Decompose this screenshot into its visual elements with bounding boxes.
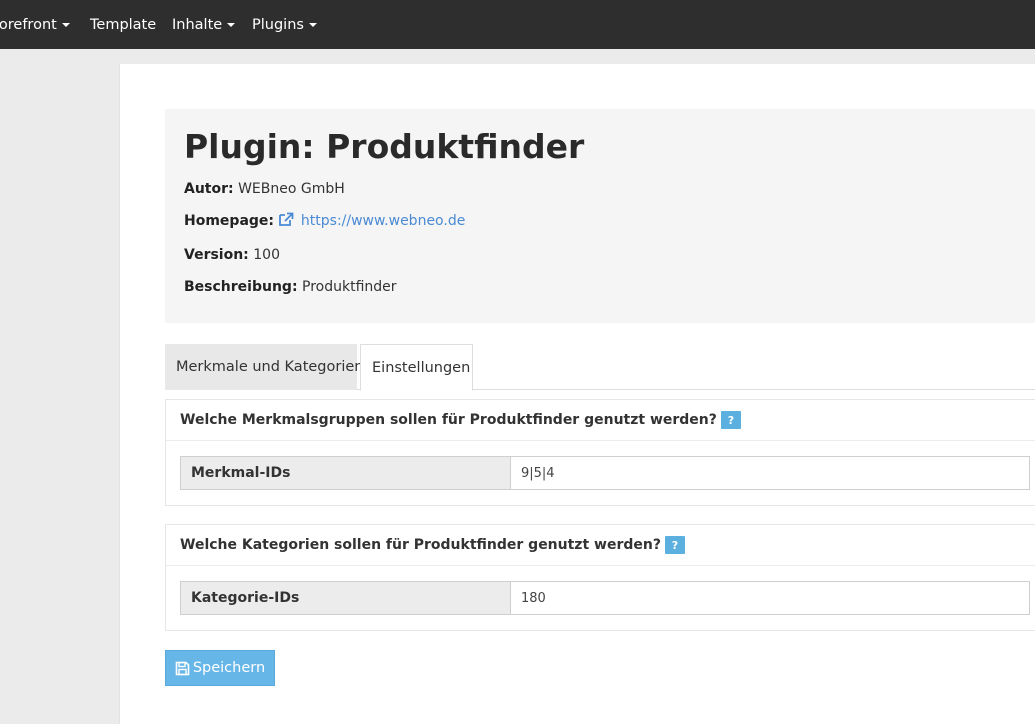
panel-heading: Welche Merkmalsgruppen sollen für Produk…	[166, 400, 1035, 441]
nav-item-template[interactable]: Template	[90, 0, 156, 49]
nav-item-label: Inhalte	[172, 16, 223, 33]
settings-tabs: Merkmale und Kategorien Einstellungen	[165, 344, 1035, 391]
author-label: Autor:	[184, 181, 234, 197]
panel-heading-text: Welche Kategorien sollen für Produktfind…	[180, 537, 661, 553]
homepage-link[interactable]: https://www.webneo.de	[301, 213, 465, 229]
merkmal-panel: Welche Merkmalsgruppen sollen für Produk…	[165, 399, 1035, 506]
nav-item-label: Storefront	[0, 16, 57, 33]
merkmal-ids-input[interactable]	[511, 456, 1030, 490]
panel-heading-text: Welche Merkmalsgruppen sollen für Produk…	[180, 412, 717, 428]
save-button[interactable]: Speichern	[165, 650, 275, 686]
nav-item-label: Plugins	[252, 16, 304, 33]
top-navbar: Storefront Template Inhalte Plugins	[0, 0, 1035, 49]
merkmal-ids-label: Merkmal-IDs	[180, 456, 511, 490]
panel-heading: Welche Kategorien sollen für Produktfind…	[166, 525, 1035, 566]
plugin-homepage: Homepage: https://www.webneo.de	[184, 211, 1026, 233]
caret-down-icon	[61, 22, 70, 27]
help-icon[interactable]: ?	[664, 536, 685, 554]
kategorie-ids-label: Kategorie-IDs	[180, 581, 511, 615]
kategorie-ids-input[interactable]	[511, 581, 1030, 615]
kategorie-panel: Welche Kategorien sollen für Produktfind…	[165, 524, 1035, 631]
merkmal-input-group: Merkmal-IDs	[180, 456, 1030, 490]
version-label: Version:	[184, 247, 249, 263]
plugin-description: Beschreibung: Produktfinder	[184, 277, 1026, 297]
tab-einstellungen[interactable]: Einstellungen	[360, 344, 473, 391]
homepage-label: Homepage:	[184, 213, 275, 229]
plugin-version: Version: 100	[184, 245, 1026, 265]
tab-merkmale-und-kategorien[interactable]: Merkmale und Kategorien	[165, 344, 363, 390]
help-icon[interactable]: ?	[720, 411, 741, 429]
version-value: 100	[253, 247, 280, 263]
nav-item-storefront[interactable]: Storefront	[0, 0, 70, 49]
nav-item-label: Template	[90, 16, 157, 33]
external-link-icon	[278, 212, 294, 233]
floppy-disk-icon	[175, 661, 190, 675]
caret-down-icon	[308, 22, 317, 27]
kategorie-input-group: Kategorie-IDs	[180, 581, 1030, 615]
nav-item-plugins[interactable]: Plugins	[252, 0, 317, 49]
author-value: WEBneo GmbH	[238, 181, 345, 197]
plugin-info-box: Plugin: Produktfinder Autor: WEBneo GmbH…	[165, 109, 1035, 323]
nav-item-inhalte[interactable]: Inhalte	[172, 0, 236, 49]
page-title: Plugin: Produktfinder	[184, 127, 585, 166]
main-content: Plugin: Produktfinder Autor: WEBneo GmbH…	[119, 64, 1035, 724]
save-button-label: Speichern	[192, 660, 266, 676]
description-label: Beschreibung:	[184, 279, 298, 295]
plugin-author: Autor: WEBneo GmbH	[184, 179, 1026, 199]
caret-down-icon	[227, 22, 236, 27]
description-value: Produktfinder	[302, 279, 397, 295]
